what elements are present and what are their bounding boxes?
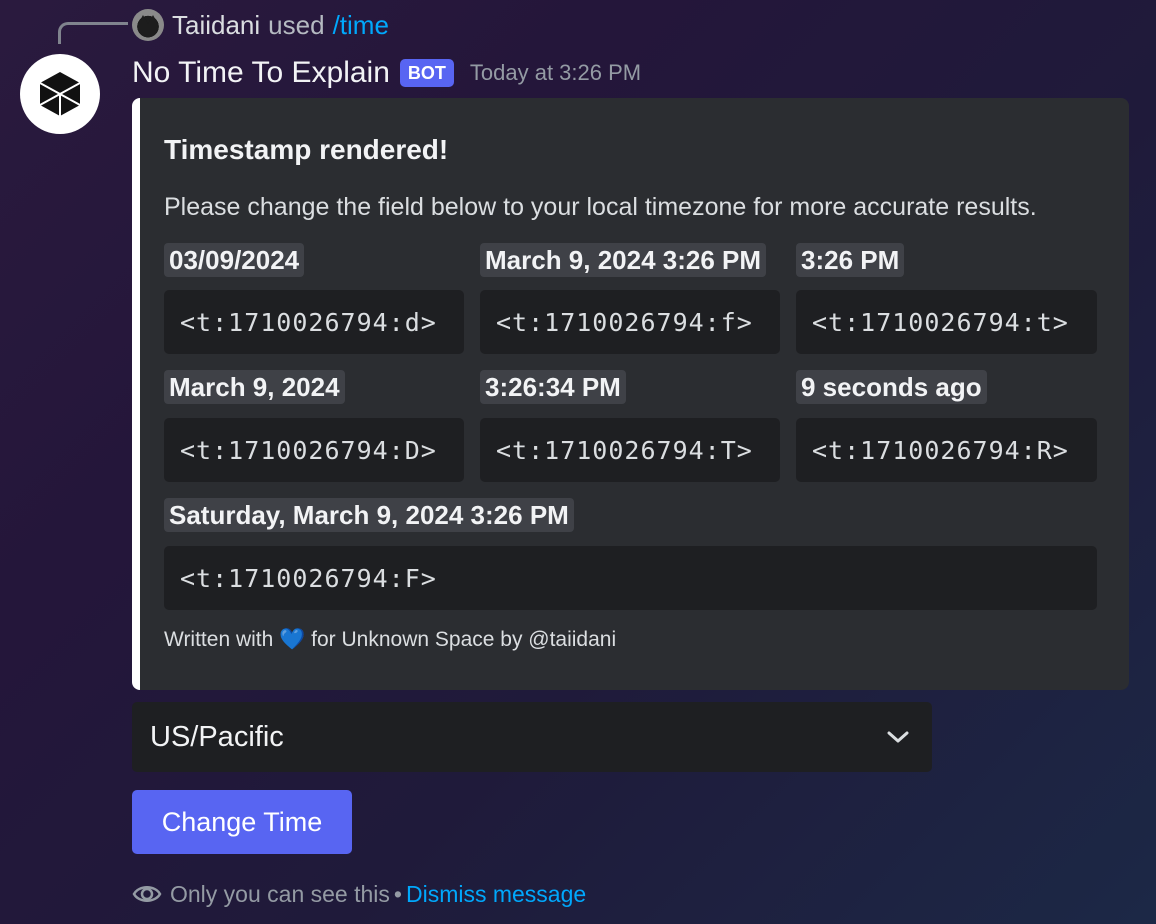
reply-command[interactable]: /time: [333, 10, 389, 41]
field-code: <t:1710026794:t>: [796, 290, 1097, 354]
footer-suffix: for Unknown Space by @taiidani: [311, 628, 617, 651]
field-code: <t:1710026794:d>: [164, 290, 464, 354]
field-label: Saturday, March 9, 2024 3:26 PM: [164, 498, 574, 532]
blue-heart-icon: 💙: [279, 628, 306, 651]
cube-logo-icon: [39, 72, 81, 116]
change-time-button[interactable]: Change Time: [132, 790, 352, 854]
ephemeral-separator: •: [393, 880, 402, 907]
embed-description: Please change the field below to your lo…: [164, 193, 1037, 221]
command-reply-header: Taiidani used /time: [132, 8, 389, 42]
field-code: <t:1710026794:f>: [480, 290, 780, 354]
field-code: <t:1710026794:R>: [796, 418, 1097, 482]
footer-prefix: Written with: [164, 628, 274, 651]
bot-badge: BOT: [399, 59, 454, 87]
field-code: <t:1710026794:D>: [164, 418, 464, 482]
timezone-select[interactable]: US/Pacific: [132, 702, 932, 772]
ephemeral-notice: Only you can see this • Dismiss message: [132, 878, 586, 910]
dismiss-message-link[interactable]: Dismiss message: [406, 881, 586, 908]
timezone-select-value: US/Pacific: [150, 720, 284, 753]
bot-name[interactable]: No Time To Explain: [132, 56, 390, 90]
field-code: <t:1710026794:T>: [480, 418, 780, 482]
field-code: <t:1710026794:F>: [164, 546, 1097, 610]
reply-used-text: used: [268, 9, 325, 40]
field-label: March 9, 2024 3:26 PM: [480, 243, 767, 277]
field-label: 3:26 PM: [796, 243, 905, 277]
eye-icon: [132, 886, 162, 902]
user-avatar-small[interactable]: [132, 9, 164, 41]
reply-username[interactable]: Taiidani: [172, 10, 260, 41]
message-header: No Time To Explain BOT Today at 3:26 PM: [132, 52, 641, 94]
field-label: 03/09/2024: [164, 243, 305, 277]
embed-title: Timestamp rendered!: [164, 134, 449, 165]
embed-card: Timestamp rendered! Please change the fi…: [132, 98, 1129, 690]
field-label: 9 seconds ago: [796, 370, 987, 404]
field-label: March 9, 2024: [164, 370, 345, 404]
field-label: 3:26:34 PM: [480, 370, 626, 404]
bot-avatar[interactable]: [20, 54, 100, 134]
message-timestamp[interactable]: Today at 3:26 PM: [470, 60, 641, 86]
reply-connector-line: [58, 22, 128, 44]
chevron-down-icon: [887, 731, 909, 743]
embed-footer: Written with 💙 for Unknown Space by @tai…: [164, 628, 616, 652]
ephemeral-text: Only you can see this: [170, 880, 390, 907]
